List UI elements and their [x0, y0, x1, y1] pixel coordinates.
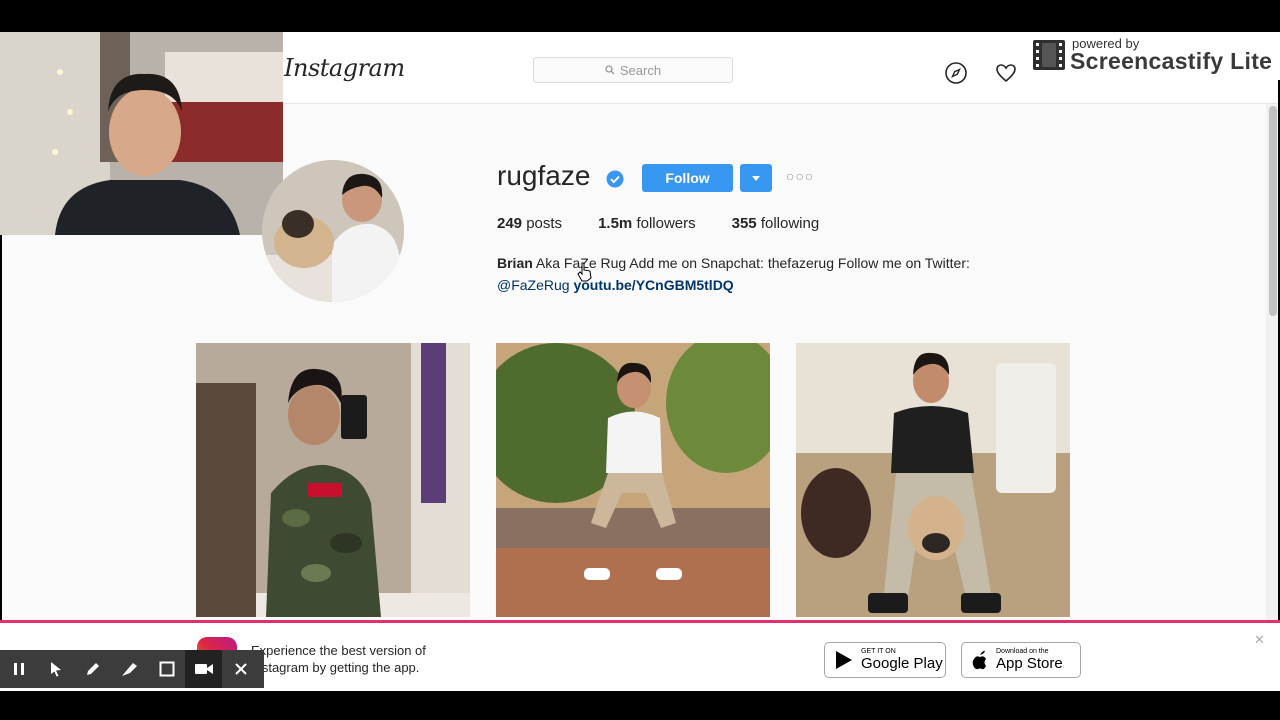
- apple-icon: [972, 650, 986, 670]
- profile-username: rugfaze: [497, 160, 591, 191]
- post-thumbnail[interactable]: [196, 343, 470, 617]
- verified-badge-icon: [606, 170, 624, 188]
- profile-stats: 249 posts 1.5m followers 355 following: [497, 215, 819, 232]
- suggested-dropdown-button[interactable]: [740, 164, 772, 192]
- post-thumbnail[interactable]: [796, 343, 1070, 617]
- more-options-icon[interactable]: ○○○: [786, 168, 814, 184]
- film-strip-icon: [1033, 40, 1065, 70]
- explore-compass-icon[interactable]: [944, 61, 968, 85]
- pen-tool-icon[interactable]: [74, 650, 111, 688]
- follow-button[interactable]: Follow: [642, 164, 733, 192]
- scrollbar-thumb[interactable]: [1269, 106, 1277, 316]
- bio-text: Aka FaZe Rug Add me on Snapchat: thefaze…: [535, 255, 970, 271]
- following-stat[interactable]: 355 following: [732, 215, 820, 232]
- bio-external-link[interactable]: youtu.be/YCnGBM5tlDQ: [573, 277, 733, 293]
- search-icon: [605, 65, 615, 75]
- search-input[interactable]: Search: [533, 57, 733, 83]
- close-toolbar-icon[interactable]: [222, 650, 259, 688]
- profile-avatar[interactable]: [262, 160, 404, 302]
- google-play-icon: [836, 651, 852, 669]
- pointer-tool-icon[interactable]: [37, 650, 74, 688]
- rectangle-tool-icon[interactable]: [148, 650, 185, 688]
- post-thumbnail[interactable]: [496, 343, 770, 617]
- webcam-toggle-icon[interactable]: [185, 650, 222, 688]
- instagram-logo[interactable]: Instagram: [284, 54, 405, 82]
- bio-mention-link[interactable]: @FaZeRug: [497, 277, 570, 293]
- pause-icon[interactable]: [0, 650, 37, 688]
- highlighter-tool-icon[interactable]: [111, 650, 148, 688]
- bio-full-name: Brian: [497, 255, 533, 271]
- screencastify-brand-name: Screencastify Lite: [1070, 48, 1273, 74]
- app-store-button[interactable]: Download on the App Store: [961, 642, 1081, 678]
- google-play-button[interactable]: GET IT ON Google Play: [824, 642, 946, 678]
- banner-message: Experience the best version of Instagram…: [251, 643, 426, 675]
- posts-stat: 249 posts: [497, 215, 563, 232]
- heart-icon[interactable]: [994, 61, 1018, 85]
- followers-stat[interactable]: 1.5m followers: [598, 215, 696, 232]
- close-banner-icon[interactable]: ✕: [1254, 632, 1265, 648]
- page-scrollbar[interactable]: [1266, 104, 1278, 652]
- webcam-overlay: [0, 32, 283, 235]
- hand-cursor-icon: [577, 262, 592, 282]
- recording-toolbar: [0, 650, 264, 688]
- search-placeholder: Search: [619, 62, 662, 78]
